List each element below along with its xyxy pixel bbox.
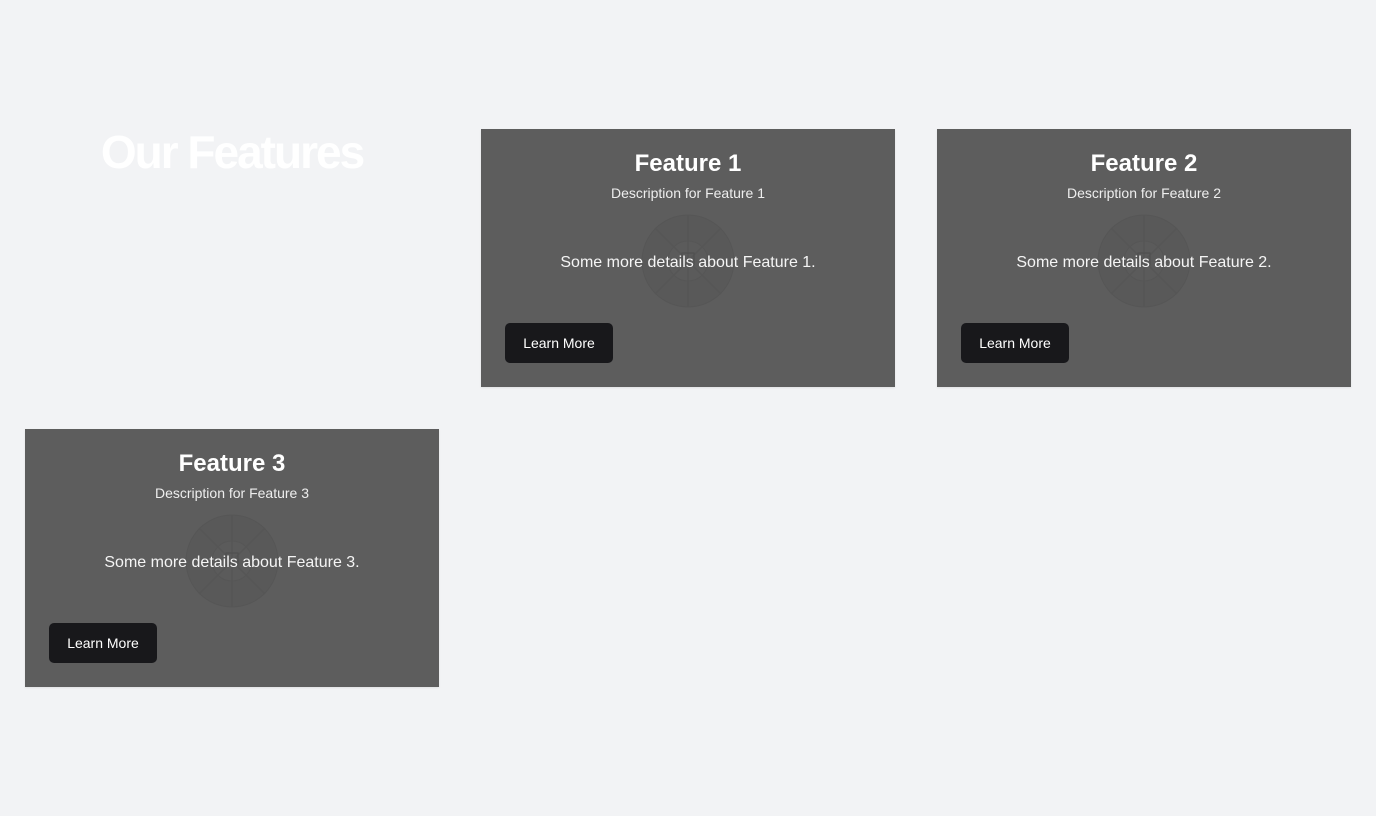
card-description: Description for Feature 2 — [1066, 185, 1222, 201]
learn-more-button[interactable]: Learn More — [505, 323, 613, 363]
feature-card-3: Feature 3 Description for Feature 3 Some… — [25, 429, 439, 687]
feature-card-1: Feature 1 Description for Feature 1 Some… — [481, 129, 895, 387]
card-title: Feature 2 — [1090, 150, 1198, 177]
learn-more-button[interactable]: Learn More — [49, 623, 157, 663]
feature-card-2: Feature 2 Description for Feature 2 Some… — [937, 129, 1351, 387]
section-title: Our Features — [100, 126, 365, 178]
card-details: Some more details about Feature 1. — [560, 254, 816, 271]
card-title: Feature 1 — [634, 150, 742, 177]
card-description: Description for Feature 1 — [610, 185, 766, 201]
card-description: Description for Feature 3 — [154, 485, 310, 501]
card-title: Feature 3 — [178, 450, 286, 477]
card-details: Some more details about Feature 3. — [104, 554, 360, 571]
card-details: Some more details about Feature 2. — [1016, 254, 1272, 271]
features-page: Our Features Feature 1 Description for F… — [0, 0, 1376, 816]
learn-more-button[interactable]: Learn More — [961, 323, 1069, 363]
